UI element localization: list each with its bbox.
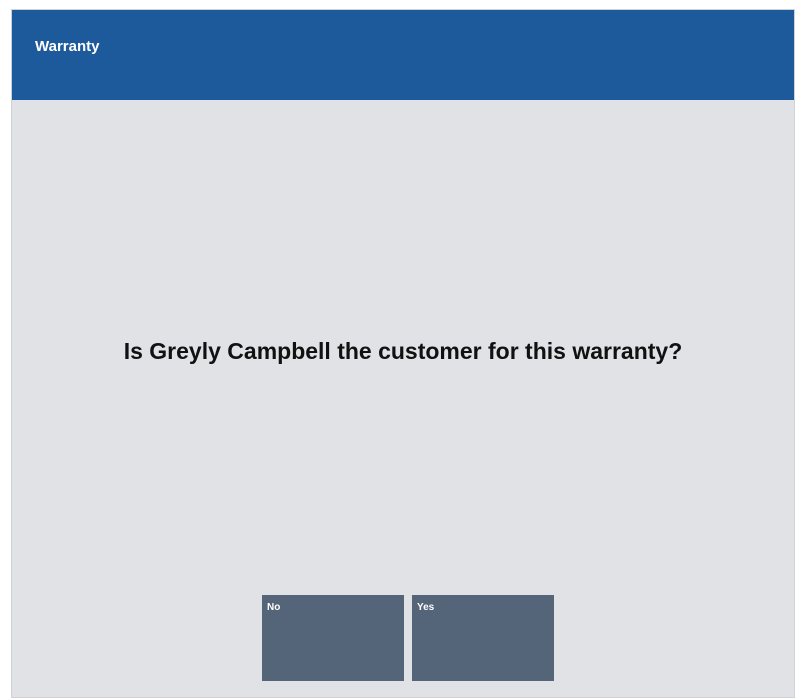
- title-bar: Warranty: [12, 10, 794, 100]
- no-button-label: No: [267, 602, 281, 613]
- no-button[interactable]: No: [262, 595, 404, 681]
- yes-button[interactable]: Yes: [412, 595, 554, 681]
- dialog-title: Warranty: [35, 38, 100, 55]
- warranty-dialog: Warranty Is Greyly Campbell the customer…: [11, 9, 795, 698]
- yes-button-label: Yes: [417, 602, 435, 613]
- prompt-message: Is Greyly Campbell the customer for this…: [123, 338, 683, 364]
